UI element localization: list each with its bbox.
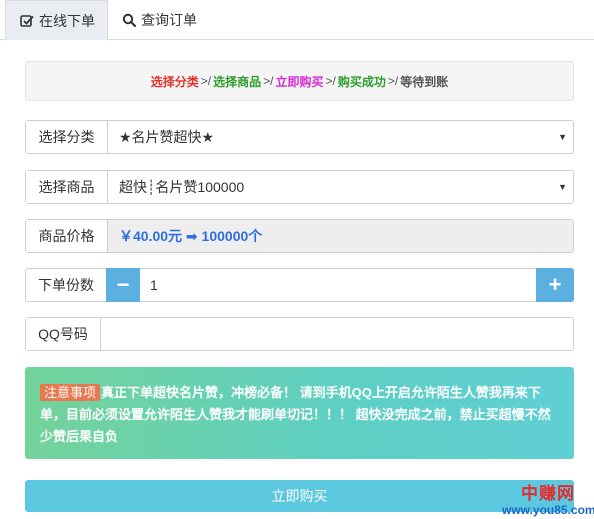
step-separator: >/: [263, 74, 274, 88]
qq-label: QQ号码: [26, 318, 101, 350]
step-select-category: 选择分类: [150, 74, 199, 89]
quantity-field: 下单份数 − 1 +: [25, 268, 574, 302]
price-value: ￥40.00元 ➡ 100000个: [108, 220, 573, 252]
increase-quantity-button[interactable]: +: [536, 268, 574, 302]
search-icon: [122, 13, 136, 27]
qq-field: QQ号码: [25, 317, 574, 351]
quantity-label: 下单份数: [25, 268, 106, 302]
notice-tag: 注意事项: [40, 384, 101, 401]
product-label: 选择商品: [26, 171, 108, 203]
step-await-arrival: 等待到账: [400, 74, 449, 89]
price-label: 商品价格: [26, 220, 108, 252]
buy-now-button[interactable]: 立即购买: [25, 480, 574, 512]
tab-bar: 在线下单 查询订单: [0, 0, 594, 40]
step-purchase-success: 购买成功: [337, 74, 386, 89]
watermark-url: www.you85.com: [502, 503, 594, 517]
watermark-title: 中赚网: [521, 484, 575, 503]
quantity-input[interactable]: 1: [140, 268, 536, 302]
step-select-product: 选择商品: [213, 74, 262, 89]
watermark-logo: 中赚网 www.you85.com: [502, 485, 594, 519]
tab-query-order[interactable]: 查询订单: [122, 0, 197, 40]
category-field: 选择分类 ★名片赞超快★ ▼: [25, 120, 574, 154]
price-field: 商品价格 ￥40.00元 ➡ 100000个: [25, 219, 574, 253]
step-buy-now: 立即购买: [275, 74, 324, 89]
tab-place-order[interactable]: 在线下单: [5, 0, 108, 40]
qq-input[interactable]: [101, 318, 573, 350]
step-separator: >/: [325, 74, 336, 88]
product-field: 选择商品 超快┊名片赞100000 ▼: [25, 170, 574, 204]
dropdown-caret-icon: ▼: [558, 132, 567, 142]
notice-box: 注意事项 真正下单超快名片赞，冲榜必备！ 请到手机QQ上开启允许陌生人赞我再来下单…: [25, 367, 574, 459]
product-value: 超快┊名片赞100000: [119, 179, 245, 195]
order-steps: 选择分类 >/ 选择商品 >/ 立即购买 >/ 购买成功 >/ 等待到账: [25, 61, 574, 101]
notice-text: 真正下单超快名片赞，冲榜必备！ 请到手机QQ上开启允许陌生人赞我再来下单，目前必…: [40, 385, 551, 444]
category-value: ★名片赞超快★: [119, 129, 215, 145]
tab-place-order-label: 在线下单: [39, 12, 95, 29]
product-select[interactable]: 超快┊名片赞100000 ▼: [108, 171, 573, 203]
category-label: 选择分类: [26, 121, 108, 153]
step-separator: >/: [387, 74, 399, 88]
step-separator: >/: [200, 74, 212, 88]
decrease-quantity-button[interactable]: −: [106, 268, 140, 302]
category-select[interactable]: ★名片赞超快★ ▼: [108, 121, 573, 153]
tab-query-order-label: 查询订单: [141, 12, 197, 28]
dropdown-caret-icon: ▼: [558, 182, 567, 192]
checkbox-edit-icon: [20, 14, 34, 27]
